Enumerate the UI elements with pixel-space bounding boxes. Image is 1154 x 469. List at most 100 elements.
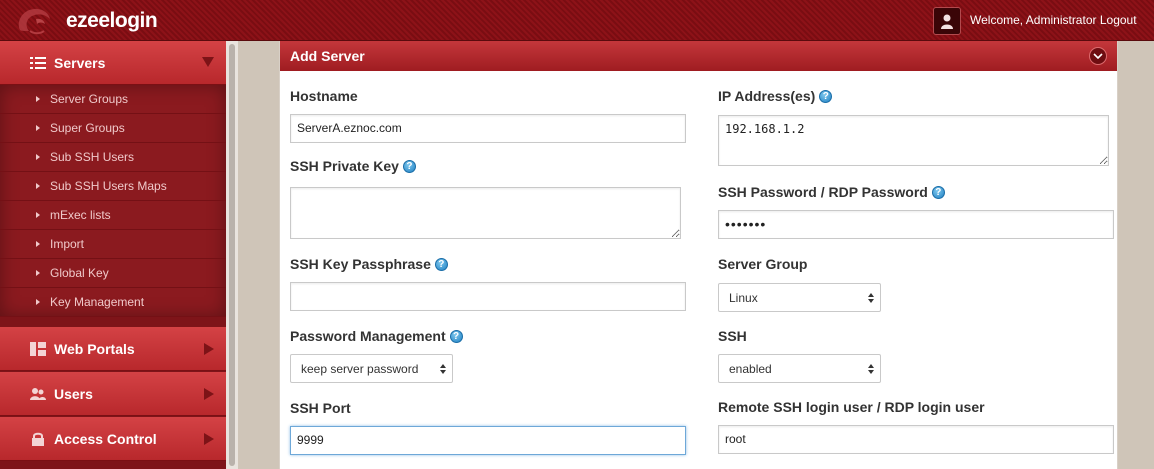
ssh-port-label: SSH Port xyxy=(290,400,351,416)
hostname-label-text: Hostname xyxy=(290,88,358,104)
sidebar-subitem-global-key[interactable]: Global Key xyxy=(0,259,226,288)
sidebar-item-web-portals[interactable]: Web Portals xyxy=(0,327,226,371)
ssh-select[interactable]: enabled xyxy=(718,354,881,383)
sidebar-subitem-sub-ssh-users-maps[interactable]: Sub SSH Users Maps xyxy=(0,172,226,201)
bullet-icon xyxy=(36,299,40,305)
bullet-icon xyxy=(36,96,40,102)
ssh-password-label: SSH Password / RDP Password ? xyxy=(718,184,945,200)
sidebar-subitem-label: Server Groups xyxy=(50,92,129,106)
sidebar-scrollbar-thumb[interactable] xyxy=(229,44,235,466)
server-group-label: Server Group xyxy=(718,256,807,272)
remote-user-label-text: Remote SSH login user / RDP login user xyxy=(718,399,985,415)
ip-address-textarea[interactable]: 192.168.1.2 xyxy=(718,115,1109,166)
chevron-down-icon xyxy=(202,57,214,67)
sidebar-item-label: Users xyxy=(54,385,93,402)
ssh-key-passphrase-input[interactable] xyxy=(290,282,686,311)
select-arrows-icon xyxy=(868,364,874,374)
password-management-value: keep server password xyxy=(301,361,419,376)
lock-icon xyxy=(32,432,44,446)
sidebar-subitem-key-management[interactable]: Key Management xyxy=(0,288,226,317)
password-management-label: Password Management ? xyxy=(290,328,463,344)
welcome-text: Welcome, Administrator xyxy=(970,13,1097,27)
users-icon xyxy=(30,387,46,400)
chevron-right-icon xyxy=(204,343,214,355)
add-server-panel: Add Server Hostname ServerA.eznoc.com SS… xyxy=(279,41,1118,469)
remote-user-value: root xyxy=(725,432,746,446)
select-arrows-icon xyxy=(440,364,446,374)
select-arrows-icon xyxy=(868,293,874,303)
welcome-bar: Welcome, Administrator Logout xyxy=(970,13,1137,27)
server-group-select[interactable]: Linux xyxy=(718,283,881,312)
remote-user-label: Remote SSH login user / RDP login user xyxy=(718,399,985,415)
list-icon xyxy=(30,56,46,69)
panel-header: Add Server xyxy=(280,41,1117,71)
password-management-select[interactable]: keep server password xyxy=(290,354,453,383)
sidebar-subitem-mexec-lists[interactable]: mExec lists xyxy=(0,201,226,230)
sidebar-subitem-server-groups[interactable]: Server Groups xyxy=(0,85,226,114)
panel-title: Add Server xyxy=(290,48,365,64)
ssh-port-value: 9999 xyxy=(297,433,324,447)
sidebar-item-access-control[interactable]: Access Control xyxy=(0,417,226,461)
ssh-password-label-text: SSH Password / RDP Password xyxy=(718,184,928,200)
sidebar-item-label: Access Control xyxy=(54,430,157,447)
sidebar-item-label: Servers xyxy=(54,54,106,71)
bullet-icon xyxy=(36,125,40,131)
sidebar-subitem-sub-ssh-users[interactable]: Sub SSH Users xyxy=(0,143,226,172)
sidebar-divider xyxy=(0,319,226,327)
bullet-icon xyxy=(36,154,40,160)
server-group-value: Linux xyxy=(729,290,758,305)
ssh-label-text: SSH xyxy=(718,328,747,344)
bullet-icon xyxy=(36,270,40,276)
sidebar-subitem-label: mExec lists xyxy=(50,208,111,222)
ssh-port-label-text: SSH Port xyxy=(290,400,351,416)
sidebar-subitem-label: Global Key xyxy=(50,266,109,280)
user-avatar-icon[interactable] xyxy=(933,7,961,35)
help-icon[interactable]: ? xyxy=(819,89,833,103)
chevron-down-icon xyxy=(1093,53,1103,59)
sidebar-item-label: Web Portals xyxy=(54,340,135,357)
ssh-private-key-label: SSH Private Key ? xyxy=(290,158,416,174)
help-icon[interactable]: ? xyxy=(449,329,463,343)
sidebar-subitem-label: Import xyxy=(50,237,85,251)
ssh-key-passphrase-label: SSH Key Passphrase ? xyxy=(290,256,448,272)
sidebar-item-servers[interactable]: Servers xyxy=(0,41,226,85)
sidebar-subitem-label: Sub SSH Users Maps xyxy=(50,179,167,193)
logout-link[interactable]: Logout xyxy=(1100,13,1137,27)
hostname-input[interactable]: ServerA.eznoc.com xyxy=(290,114,686,143)
sidebar-subitem-label: Key Management xyxy=(50,295,145,309)
sidebar: Servers Server Groups Super Groups Sub S… xyxy=(0,41,226,469)
ssh-password-value: ••••••• xyxy=(725,216,767,232)
ssh-port-input[interactable]: 9999 xyxy=(290,426,686,455)
ssh-password-input[interactable]: ••••••• xyxy=(718,210,1114,239)
bullet-icon xyxy=(36,241,40,247)
ssh-private-key-textarea[interactable] xyxy=(290,187,681,239)
hostname-label: Hostname xyxy=(290,88,358,104)
grid-layout-icon xyxy=(30,341,46,356)
collapse-button[interactable] xyxy=(1089,47,1107,65)
password-management-label-text: Password Management xyxy=(290,328,446,344)
bullet-icon xyxy=(36,212,40,218)
sidebar-item-users[interactable]: Users xyxy=(0,372,226,416)
sidebar-group-servers: Servers Server Groups Super Groups Sub S… xyxy=(0,41,226,317)
chevron-right-icon xyxy=(204,433,214,445)
help-icon[interactable]: ? xyxy=(402,159,416,173)
sidebar-subitem-super-groups[interactable]: Super Groups xyxy=(0,114,226,143)
ip-address-label: IP Address(es) ? xyxy=(718,88,833,104)
help-icon[interactable]: ? xyxy=(931,185,945,199)
sidebar-subitem-import[interactable]: Import xyxy=(0,230,226,259)
remote-user-input[interactable]: root xyxy=(718,425,1114,454)
sidebar-subitem-label: Sub SSH Users xyxy=(50,150,135,164)
ssh-label: SSH xyxy=(718,328,747,344)
ssh-private-key-label-text: SSH Private Key xyxy=(290,158,399,174)
brand-name: ezeelogin xyxy=(66,9,158,32)
top-bar: ezeelogin Welcome, Administrator Logout xyxy=(0,0,1154,41)
chevron-right-icon xyxy=(204,388,214,400)
servers-submenu: Server Groups Super Groups Sub SSH Users… xyxy=(0,85,226,317)
help-icon[interactable]: ? xyxy=(434,257,448,271)
server-group-label-text: Server Group xyxy=(718,256,808,272)
ip-address-label-text: IP Address(es) xyxy=(718,88,816,104)
bullet-icon xyxy=(36,183,40,189)
ezeelogin-logo-icon xyxy=(18,8,50,35)
ssh-value: enabled xyxy=(729,361,772,376)
sidebar-subitem-label: Super Groups xyxy=(50,121,125,135)
